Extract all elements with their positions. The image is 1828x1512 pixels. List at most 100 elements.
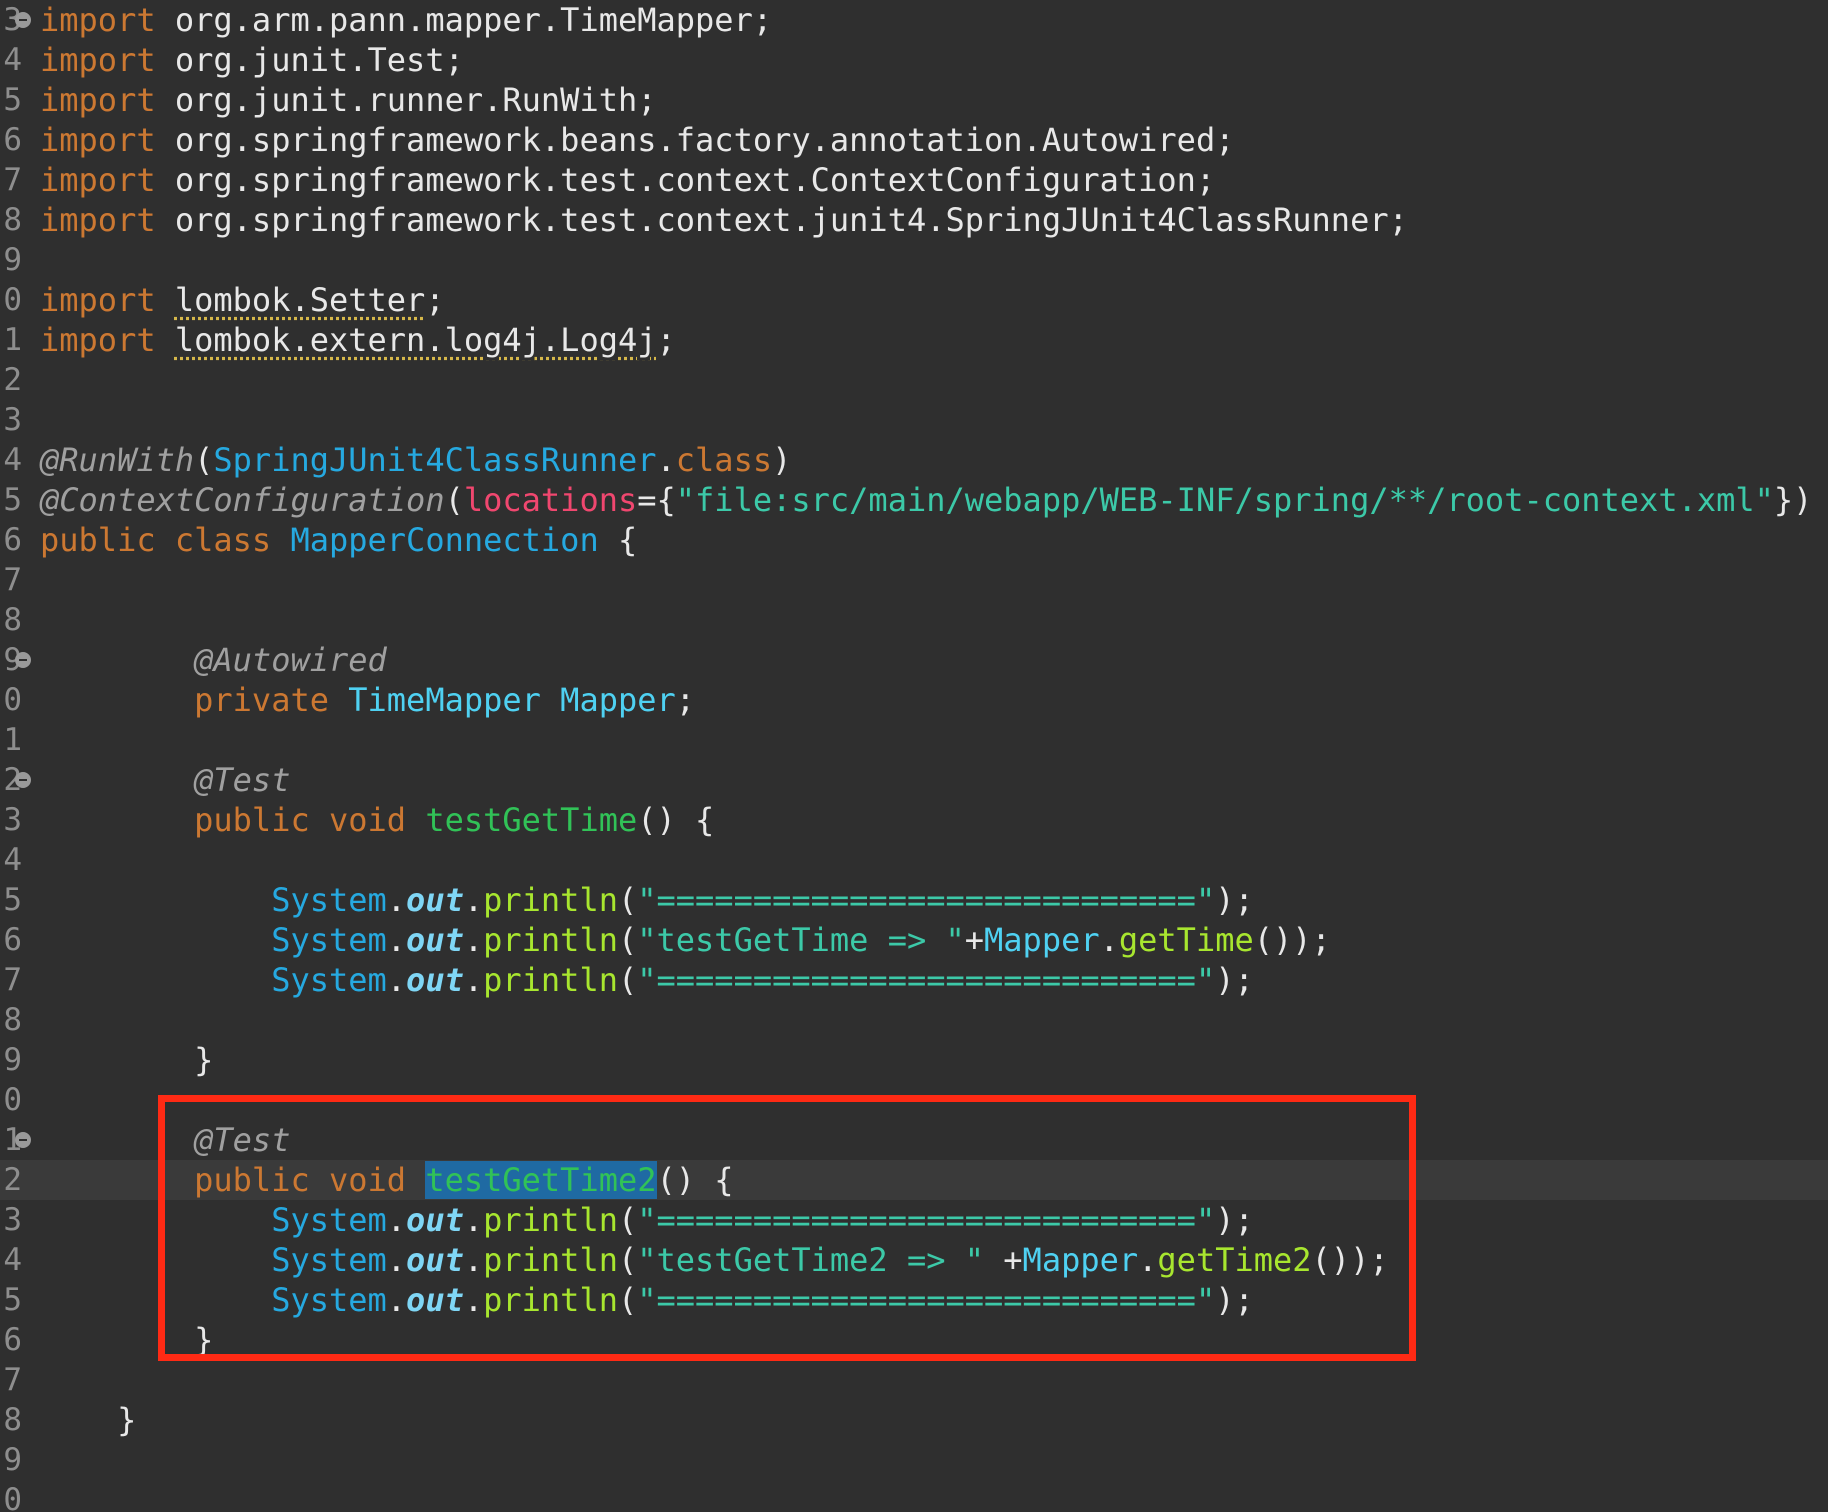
static-field: out — [406, 881, 464, 919]
code-line[interactable]: 7 — [0, 560, 1828, 600]
dot: . — [386, 1241, 407, 1279]
semicolon: ; — [425, 281, 445, 319]
code-line[interactable]: 8 — [0, 1000, 1828, 1040]
keyword: import — [40, 81, 156, 119]
dot: . — [463, 1201, 484, 1239]
paren: ( — [194, 441, 214, 479]
fold-collapse-icon[interactable] — [15, 1132, 31, 1148]
method-call: println — [483, 1281, 618, 1319]
code-line[interactable]: 1 @Test — [0, 1120, 1828, 1160]
code-line[interactable]: 1 — [0, 720, 1828, 760]
unused-import-warning[interactable]: lombok.Setter — [175, 281, 425, 319]
method-call: getTime2 — [1157, 1241, 1312, 1279]
code-line[interactable]: 3 — [0, 400, 1828, 440]
code-line[interactable]: 9 @Autowired — [0, 640, 1828, 680]
dot: . — [1099, 921, 1119, 959]
code-line[interactable]: 6 import org.springframework.beans.facto… — [0, 120, 1828, 160]
code-line[interactable]: 7 — [0, 1360, 1828, 1400]
line-number: 4 — [3, 842, 22, 878]
punctuation: ); — [1215, 961, 1254, 999]
keyword: public — [40, 521, 156, 559]
dot: . — [386, 881, 407, 919]
fold-collapse-icon[interactable] — [15, 652, 31, 668]
import-path: org.springframework.beans.factory.annota… — [174, 121, 1235, 159]
code-line[interactable]: 9 — [0, 240, 1828, 280]
code-line[interactable]: 6 } — [0, 1320, 1828, 1360]
dot: . — [386, 1281, 407, 1319]
code-line[interactable]: 3 import org.arm.pann.mapper.TimeMapper; — [0, 0, 1828, 40]
code-line[interactable]: 4 — [0, 840, 1828, 880]
dot: . — [656, 441, 676, 479]
code-line[interactable]: 0 private TimeMapper Mapper; — [0, 680, 1828, 720]
type-name: System — [271, 881, 387, 919]
line-number: 3 — [3, 802, 22, 838]
static-field: out — [406, 921, 464, 959]
code-line[interactable]: 4 import org.junit.Test; — [0, 40, 1828, 80]
method-name: testGetTime — [425, 801, 638, 839]
keyword: import — [40, 161, 156, 199]
method-call: println — [483, 881, 618, 919]
keyword: public — [194, 1161, 310, 1199]
code-line[interactable]: 7 System.out.println("==================… — [0, 960, 1828, 1000]
type-name: System — [271, 1241, 387, 1279]
unused-import-warning[interactable]: lombok.extern.log4j.Log4j — [175, 321, 657, 359]
code-line[interactable]: 3 public void testGetTime() { — [0, 800, 1828, 840]
keyword: import — [40, 321, 156, 359]
code-line[interactable]: 5 System.out.println("==================… — [0, 1280, 1828, 1320]
fold-collapse-icon[interactable] — [15, 772, 31, 788]
code-line[interactable]: 3 System.out.println("==================… — [0, 1200, 1828, 1240]
paren: ( — [617, 1201, 638, 1239]
code-area[interactable]: 3 import org.arm.pann.mapper.TimeMapper;… — [0, 0, 1828, 1512]
line-number: 0 — [3, 1082, 22, 1118]
code-line[interactable]: 6 public class MapperConnection { — [0, 520, 1828, 560]
code-line[interactable]: 0 import lombok.Setter; — [0, 280, 1828, 320]
code-line[interactable]: 4 System.out.println("testGetTime2 => " … — [0, 1240, 1828, 1280]
dot: . — [386, 1201, 407, 1239]
code-line[interactable]: 8 import org.springframework.test.contex… — [0, 200, 1828, 240]
static-field: out — [406, 1281, 464, 1319]
paren: ) — [772, 441, 792, 479]
line-number: 4 — [3, 1242, 22, 1278]
brace: { — [714, 1161, 734, 1199]
type-name: SpringJUnit4ClassRunner — [213, 441, 657, 479]
line-number: 8 — [3, 202, 22, 238]
type-name: System — [271, 961, 387, 999]
code-line[interactable]: 0 — [0, 1480, 1828, 1512]
code-line[interactable]: 5 @ContextConfiguration(locations={"file… — [0, 480, 1828, 520]
code-line[interactable]: 8 } — [0, 1400, 1828, 1440]
current-line[interactable]: 2 public void testGetTime2() { — [0, 1160, 1828, 1200]
selected-method-name[interactable]: testGetTime2 — [425, 1161, 657, 1199]
keyword: private — [194, 681, 329, 719]
method-call: println — [483, 961, 618, 999]
brace: } — [194, 1041, 214, 1079]
line-number: 1 — [3, 322, 22, 358]
line-number: 9 — [3, 242, 22, 278]
code-line[interactable]: 2 — [0, 360, 1828, 400]
annotation-param: locations — [463, 481, 638, 519]
code-line[interactable]: 8 — [0, 600, 1828, 640]
code-line[interactable]: 5 import org.junit.runner.RunWith; — [0, 80, 1828, 120]
code-line[interactable]: 2 @Test — [0, 760, 1828, 800]
code-line[interactable]: 5 System.out.println("==================… — [0, 880, 1828, 920]
line-number: 0 — [3, 682, 22, 718]
punctuation: ); — [1215, 881, 1254, 919]
code-line[interactable]: 7 import org.springframework.test.contex… — [0, 160, 1828, 200]
line-number: 6 — [3, 922, 22, 958]
line-number: 6 — [3, 122, 22, 158]
dot: . — [463, 1281, 484, 1319]
field-name: Mapper — [560, 681, 676, 719]
line-number: 7 — [3, 962, 22, 998]
code-line[interactable]: 9 } — [0, 1040, 1828, 1080]
dot: . — [1138, 1241, 1158, 1279]
type-name: System — [271, 1201, 387, 1239]
paren: ( — [617, 1241, 638, 1279]
code-editor[interactable]: 3 import org.arm.pann.mapper.TimeMapper;… — [0, 0, 1828, 1512]
code-line[interactable]: 0 — [0, 1080, 1828, 1120]
fold-collapse-icon[interactable] — [15, 12, 31, 28]
string-literal: "file:src/main/webapp/WEB-INF/spring/**/… — [675, 481, 1774, 519]
code-line[interactable]: 9 — [0, 1440, 1828, 1480]
keyword: void — [328, 1161, 407, 1199]
code-line[interactable]: 1 import lombok.extern.log4j.Log4j; — [0, 320, 1828, 360]
code-line[interactable]: 4 @RunWith(SpringJUnit4ClassRunner.class… — [0, 440, 1828, 480]
code-line[interactable]: 6 System.out.println("testGetTime => "+M… — [0, 920, 1828, 960]
